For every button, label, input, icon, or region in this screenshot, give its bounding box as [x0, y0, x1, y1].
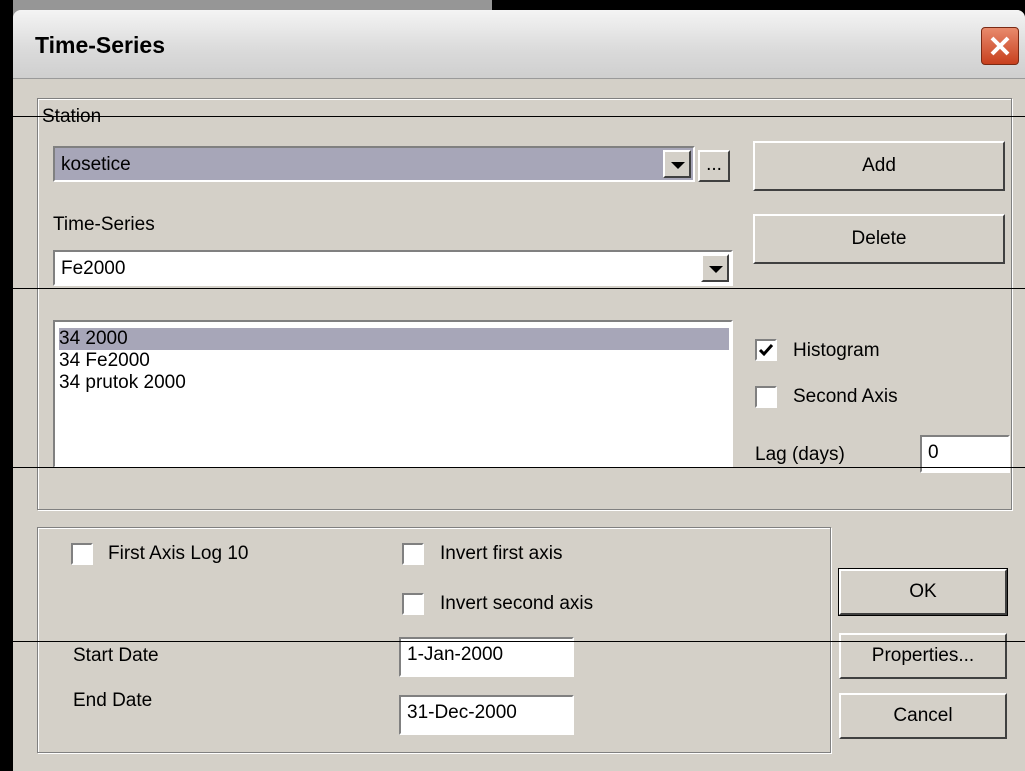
close-icon [990, 36, 1010, 56]
cancel-button[interactable]: Cancel [839, 693, 1007, 739]
window-title: Time-Series [35, 32, 165, 58]
overlay-line [0, 116, 1025, 117]
invert-second-axis-checkbox[interactable] [402, 593, 424, 615]
station-value: kosetice [61, 154, 131, 175]
station-dropdown-button[interactable] [663, 150, 691, 178]
close-button[interactable] [981, 27, 1019, 65]
delete-button[interactable]: Delete [753, 214, 1005, 264]
lag-value: 0 [928, 442, 939, 463]
start-date-input[interactable]: 1-Jan-2000 [399, 637, 574, 677]
title-bar[interactable]: Time-Series [13, 10, 1025, 79]
first-axis-log-label[interactable]: First Axis Log 10 [108, 543, 248, 565]
overlay-line [0, 641, 1025, 642]
list-item[interactable]: 34 Fe2000 [59, 350, 150, 372]
end-date-value: 31-Dec-2000 [407, 702, 517, 723]
list-item[interactable]: 34 2000 [59, 328, 729, 350]
checkmark-icon [758, 344, 774, 357]
timeseries-label: Time-Series [53, 214, 155, 235]
properties-button[interactable]: Properties... [839, 633, 1007, 679]
lag-label: Lag (days) [755, 444, 845, 465]
series-list[interactable]: 34 2000 34 Fe2000 34 prutok 2000 [53, 320, 733, 468]
station-browse-button[interactable]: ... [698, 150, 730, 182]
invert-second-axis-label[interactable]: Invert second axis [440, 593, 593, 615]
overlay-line [0, 288, 1025, 289]
timeseries-value: Fe2000 [61, 258, 126, 279]
time-series-dialog: Time-Series Station kosetice ... Add Del… [13, 10, 1025, 771]
station-combo[interactable]: kosetice [53, 146, 695, 182]
timeseries-combo[interactable]: Fe2000 [53, 250, 733, 286]
histogram-label[interactable]: Histogram [793, 340, 880, 362]
invert-first-axis-checkbox[interactable] [402, 543, 424, 565]
station-label: Station [42, 106, 102, 127]
second-axis-label[interactable]: Second Axis [793, 386, 898, 408]
start-date-label: Start Date [73, 645, 159, 666]
timeseries-dropdown-button[interactable] [701, 254, 729, 282]
invert-first-axis-label[interactable]: Invert first axis [440, 543, 562, 565]
add-button[interactable]: Add [753, 141, 1005, 191]
second-axis-checkbox[interactable] [755, 386, 777, 408]
list-item[interactable]: 34 prutok 2000 [59, 372, 186, 394]
end-date-input[interactable]: 31-Dec-2000 [399, 695, 574, 735]
ok-button[interactable]: OK [838, 568, 1008, 616]
chevron-down-icon [671, 162, 685, 169]
start-date-value: 1-Jan-2000 [407, 644, 504, 665]
chevron-down-icon [709, 266, 723, 273]
overlay-line [0, 467, 1025, 468]
histogram-checkbox[interactable] [755, 339, 777, 361]
end-date-label: End Date [73, 690, 153, 711]
first-axis-log-checkbox[interactable] [71, 543, 93, 565]
